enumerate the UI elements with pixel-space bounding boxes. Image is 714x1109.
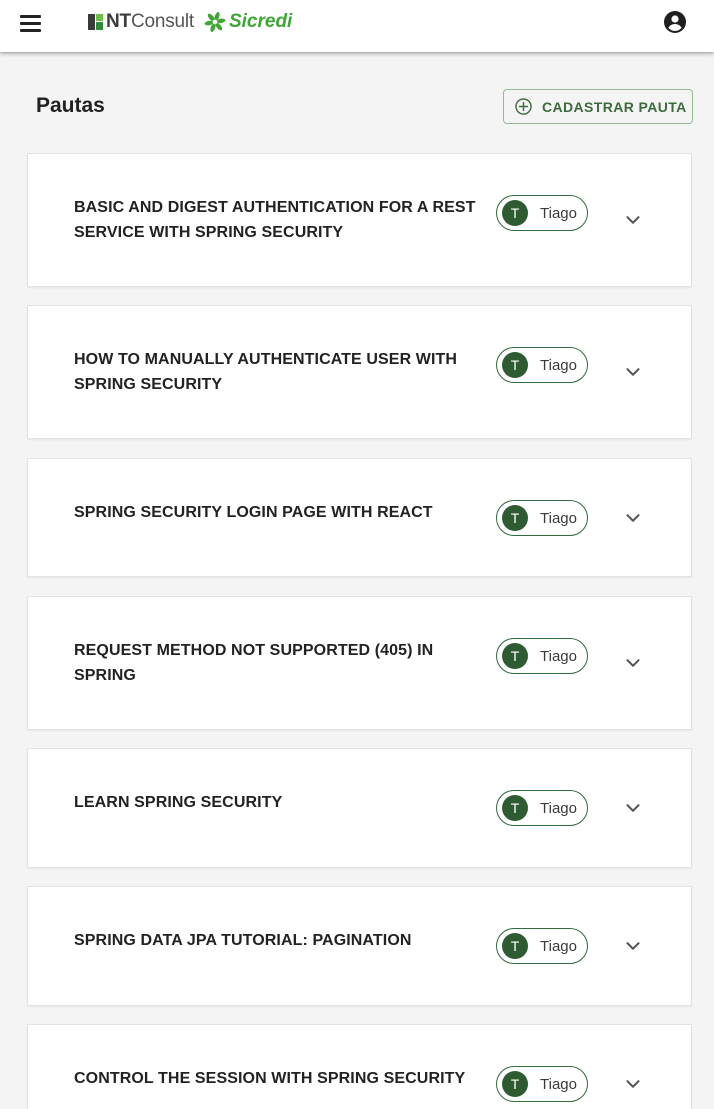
author-name: Tiago xyxy=(540,509,577,527)
pauta-title: SPRING SECURITY LOGIN PAGE WITH REACT xyxy=(74,504,433,521)
page-title: Pautas xyxy=(36,94,105,117)
author-chip: T Tiago xyxy=(496,790,588,826)
author-avatar: T xyxy=(502,933,528,959)
author-name: Tiago xyxy=(540,204,577,222)
chevron-down-icon[interactable] xyxy=(622,209,644,231)
chevron-down-icon[interactable] xyxy=(622,361,644,383)
pauta-title: HOW TO MANUALLY AUTHENTICATE USER WITH S… xyxy=(74,351,458,393)
chevron-down-icon[interactable] xyxy=(622,652,644,674)
author-name: Tiago xyxy=(540,799,577,817)
menu-icon[interactable] xyxy=(18,12,44,34)
pauta-card[interactable]: SPRING DATA JPA TUTORIAL: PAGINATION T T… xyxy=(27,886,692,1006)
pauta-card[interactable]: CONTROL THE SESSION WITH SPRING SECURITY… xyxy=(27,1024,692,1109)
pauta-card[interactable]: REQUEST METHOD NOT SUPPORTED (405) IN SP… xyxy=(27,596,692,730)
author-avatar: T xyxy=(502,1071,528,1097)
account-circle-icon[interactable] xyxy=(663,10,687,34)
pauta-card[interactable]: LEARN SPRING SECURITY T Tiago xyxy=(27,748,692,868)
pauta-title: BASIC AND DIGEST AUTHENTICATION FOR A RE… xyxy=(74,199,476,241)
pauta-title: LEARN SPRING SECURITY xyxy=(74,794,283,811)
add-pauta-button[interactable]: CADASTRAR PAUTA xyxy=(503,89,693,124)
ntconsult-wordmark: NTConsult xyxy=(106,11,194,32)
author-chip: T Tiago xyxy=(496,500,588,536)
add-pauta-label: CADASTRAR PAUTA xyxy=(542,98,687,115)
author-avatar: T xyxy=(502,505,528,531)
pauta-title: SPRING DATA JPA TUTORIAL: PAGINATION xyxy=(74,932,412,949)
author-chip: T Tiago xyxy=(496,638,588,674)
sicredi-logo-icon xyxy=(204,12,226,32)
author-avatar: T xyxy=(502,200,528,226)
app-bar: NTConsult Sicredi xyxy=(0,0,714,52)
author-avatar: T xyxy=(502,352,528,378)
chevron-down-icon[interactable] xyxy=(622,507,644,529)
add-circle-outline-icon xyxy=(515,98,532,115)
ntconsult-logo-icon xyxy=(88,14,104,30)
author-name: Tiago xyxy=(540,937,577,955)
pauta-card[interactable]: BASIC AND DIGEST AUTHENTICATION FOR A RE… xyxy=(27,153,692,287)
author-avatar: T xyxy=(502,795,528,821)
author-name: Tiago xyxy=(540,356,577,374)
author-chip: T Tiago xyxy=(496,195,588,231)
chevron-down-icon[interactable] xyxy=(622,797,644,819)
pauta-card[interactable]: SPRING SECURITY LOGIN PAGE WITH REACT T … xyxy=(27,458,692,577)
pauta-title: REQUEST METHOD NOT SUPPORTED (405) IN SP… xyxy=(74,642,434,684)
author-name: Tiago xyxy=(540,1075,577,1093)
author-chip: T Tiago xyxy=(496,928,588,964)
chevron-down-icon[interactable] xyxy=(622,935,644,957)
pauta-card[interactable]: HOW TO MANUALLY AUTHENTICATE USER WITH S… xyxy=(27,305,692,439)
brand-logo: NTConsult Sicredi xyxy=(88,9,292,35)
pauta-title: CONTROL THE SESSION WITH SPRING SECURITY xyxy=(74,1070,466,1087)
chevron-down-icon[interactable] xyxy=(622,1073,644,1095)
author-avatar: T xyxy=(502,643,528,669)
author-chip: T Tiago xyxy=(496,347,588,383)
author-name: Tiago xyxy=(540,647,577,665)
sicredi-wordmark: Sicredi xyxy=(228,11,293,32)
author-chip: T Tiago xyxy=(496,1066,588,1102)
